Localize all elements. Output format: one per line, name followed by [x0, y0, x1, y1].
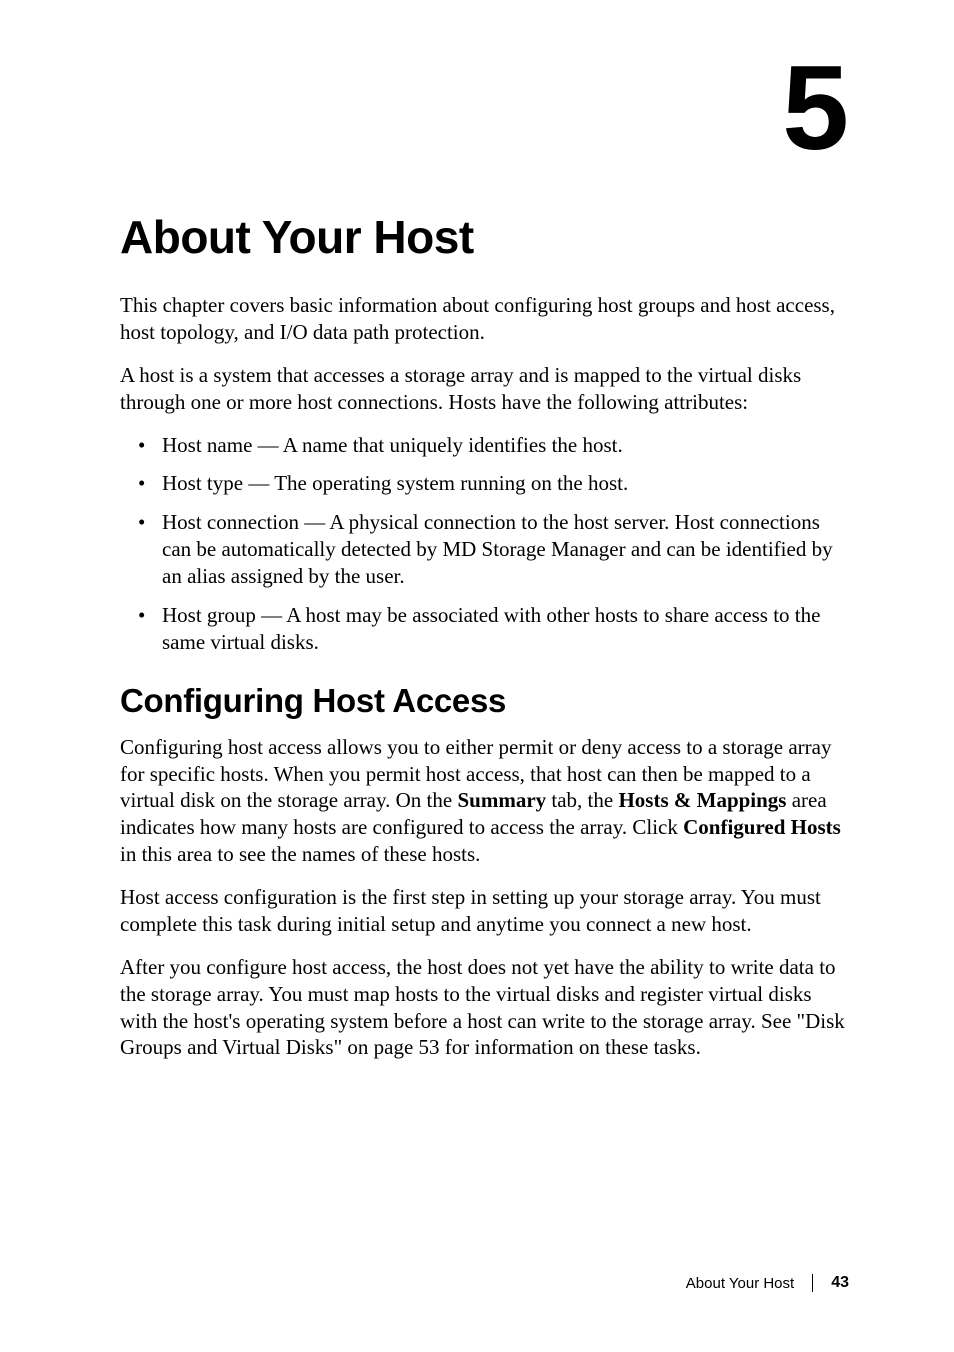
attributes-list: Host name — A name that uniquely identif…	[120, 432, 849, 656]
chapter-number: 5	[782, 48, 849, 168]
page-number: 43	[831, 1274, 849, 1292]
list-item: Host connection — A physical connection …	[120, 509, 849, 590]
footer-title: About Your Host	[686, 1275, 794, 1292]
bold-summary: Summary	[457, 788, 546, 812]
intro-paragraph-1: This chapter covers basic information ab…	[120, 292, 849, 346]
text-run: in this area to see the names of these h…	[120, 842, 480, 866]
footer-separator	[812, 1274, 813, 1292]
section-paragraph-2: Host access configuration is the first s…	[120, 884, 849, 938]
list-item: Host type — The operating system running…	[120, 470, 849, 497]
page-footer: About Your Host 43	[686, 1274, 849, 1292]
section-paragraph-1: Configuring host access allows you to ei…	[120, 734, 849, 868]
text-run: tab, the	[546, 788, 618, 812]
chapter-title: About Your Host	[120, 0, 849, 264]
intro-paragraph-2: A host is a system that accesses a stora…	[120, 362, 849, 416]
bold-hosts-mappings: Hosts & Mappings	[618, 788, 786, 812]
list-item: Host group — A host may be associated wi…	[120, 602, 849, 656]
list-item: Host name — A name that uniquely identif…	[120, 432, 849, 459]
bold-configured-hosts: Configured Hosts	[683, 815, 841, 839]
section-paragraph-3: After you configure host access, the hos…	[120, 954, 849, 1062]
section-heading: Configuring Host Access	[120, 682, 849, 720]
